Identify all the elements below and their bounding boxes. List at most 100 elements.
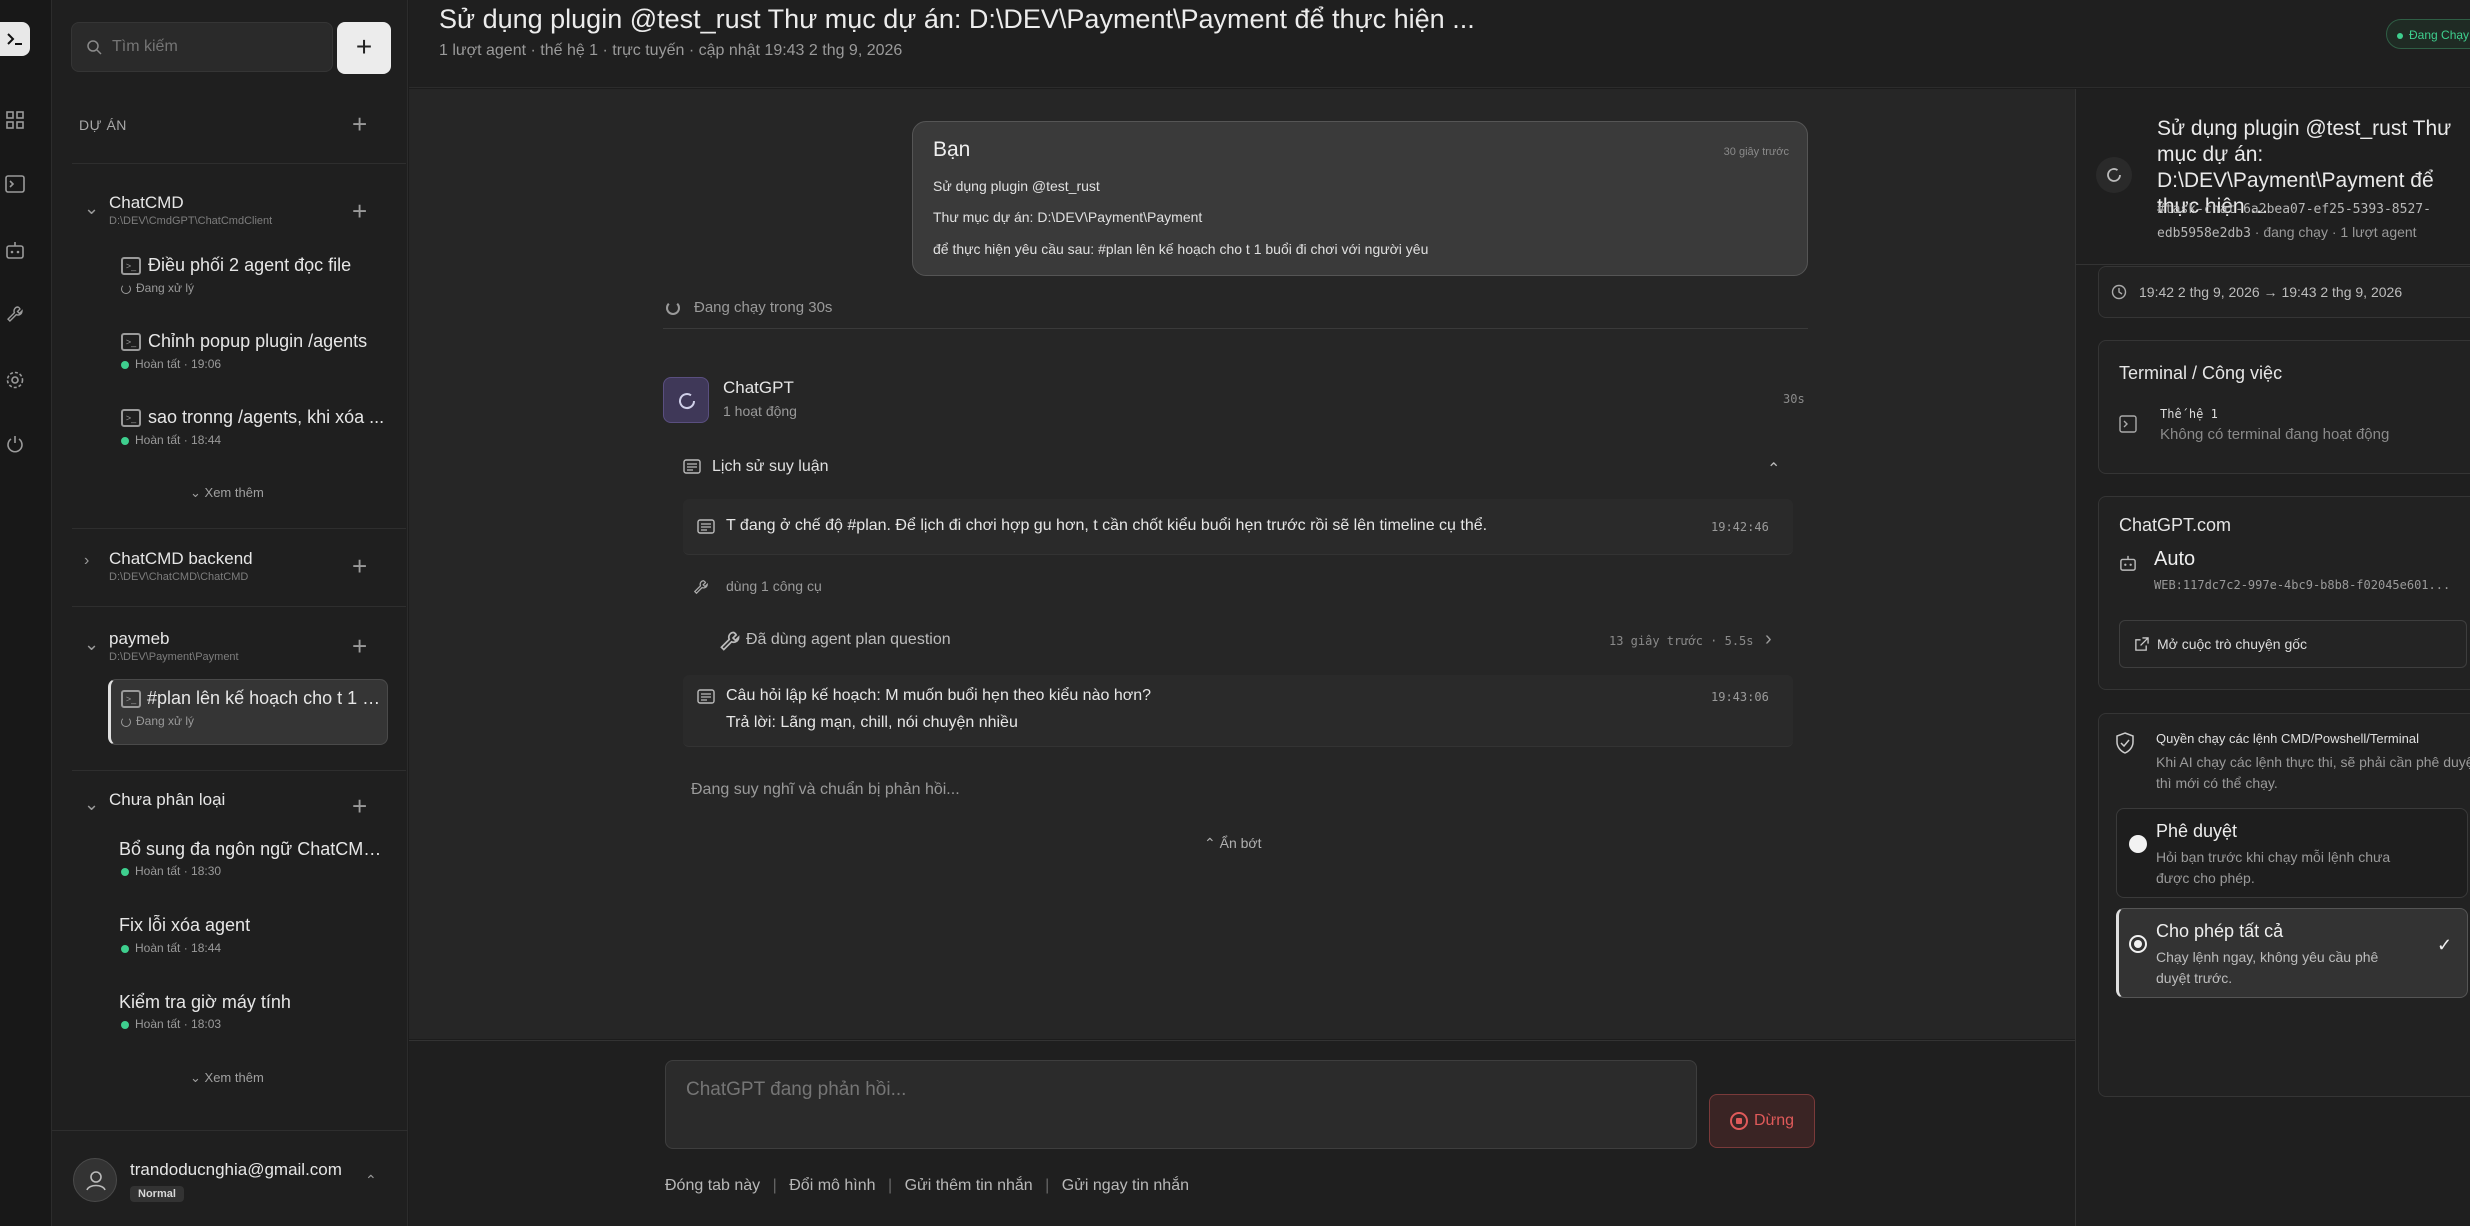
agent-elapsed: 30s [1783,392,1805,406]
step-answer: Trả lời: Lãng mạn, chill, nói chuyện nhi… [726,714,1018,731]
chevron-down-icon[interactable]: ⌄ [84,794,99,815]
new-chat-button[interactable]: + [337,22,391,74]
gear-icon[interactable] [0,366,30,394]
divider [663,328,1808,329]
wrench-icon [693,579,709,595]
close-tab-link[interactable]: Đóng tab này [665,1177,760,1194]
radio-checked[interactable] [2129,935,2147,953]
chevron-up-icon[interactable]: ⌃ [1767,459,1780,479]
loading-spinner-icon [679,393,696,410]
search-box[interactable] [71,22,333,72]
loading-spinner-icon [121,283,131,294]
chat-status: Hoàn tất · 18:44 [121,941,221,955]
chevron-down-icon[interactable]: ⌄ [84,198,99,219]
step-time: 19:43:06 [1711,690,1769,704]
chat-status: Hoàn tất · 18:44 [121,433,221,447]
message-line: để thực hiện yêu cầu sau: #plan lên kế h… [933,241,1429,257]
stop-button[interactable]: Dừng [1709,1094,1815,1148]
loading-spinner-icon [121,716,131,727]
projects-heading: DỰ ÁN [79,117,127,133]
chevron-right-icon[interactable]: › [84,552,89,570]
status-dot [121,867,129,876]
power-icon[interactable] [0,430,30,458]
avatar[interactable] [73,1158,117,1202]
project-path: D:\DEV\Payment\Payment [109,651,239,663]
terminal-icon [2119,415,2137,433]
divider [2076,264,2470,265]
reasoning-icon [683,459,701,475]
chat-title[interactable]: Bổ sung đa ngôn ngữ ChatCMD... [119,839,391,860]
message-sender: Bạn [933,138,971,161]
active-chat-item[interactable]: >_ #plan lên kế hoạch cho t 1 b... Đang … [108,679,388,745]
divider [72,606,406,607]
reasoning-title[interactable]: Lịch sử suy luận [712,458,829,476]
project-name[interactable]: Chưa phân loại [109,790,225,810]
chat-title[interactable]: Chỉnh popup plugin /agents [148,331,388,352]
chat-status: Hoàn tất · 18:03 [121,1017,221,1031]
terminal-logo-icon[interactable] [0,22,30,56]
add-project-button[interactable]: + [352,111,367,137]
bot-icon[interactable] [0,236,30,264]
tool-call-row[interactable]: Đã dùng agent plan question 13 giây trướ… [719,620,1793,662]
open-original-button[interactable]: Mở cuộc trò chuyện gốc [2119,620,2467,668]
chevron-down-icon[interactable]: ⌄ [84,634,99,655]
composer-actions: Đóng tab này | Đổi mô hình | Gửi thêm ti… [665,1177,1189,1194]
permission-desc: Khi AI chạy các lệnh thực thi, sẽ phải c… [2156,754,2470,791]
chevron-right-icon: › [1765,628,1772,650]
chatgpt-card: ChatGPT.com Auto WEB:117dc7c2-997e-4bc9-… [2098,496,2470,690]
chat-title: #plan lên kế hoạch cho t 1 b... [147,688,383,708]
permission-option-allow-all[interactable]: Cho phép tất cả Chạy lệnh ngay, không yê… [2116,908,2468,998]
project-name[interactable]: ChatCMD backend [109,549,253,569]
project-name[interactable]: paymeb [109,629,169,649]
terminal-card: Terminal / Công việc Thế hệ 1 Không có t… [2098,340,2470,474]
message-input[interactable] [665,1060,1697,1149]
status-dot [2397,32,2403,39]
reasoning-icon [697,519,715,534]
chat-title[interactable]: sao tronng /agents, khi xóa ... [148,407,388,428]
collapse-button[interactable]: ⌃ Ẩn bớt [1204,835,1262,852]
show-more-button[interactable]: ⌄ Xem thêm [190,1070,264,1086]
show-more-button[interactable]: ⌄ Xem thêm [190,485,264,501]
chevron-down-icon: ⌄ [190,485,201,500]
add-chat-button[interactable]: + [352,633,367,659]
console-icon[interactable] [0,170,30,198]
header-meta: 1 lượt agent · thế hệ 1 · trực tuyến · c… [439,42,903,59]
send-now-link[interactable]: Gửi ngay tin nhắn [1062,1177,1189,1194]
thinking-label: Đang suy nghĩ và chuẩn bị phản hồi... [691,781,960,798]
status-dot [121,436,129,445]
permission-option-approve[interactable]: Phê duyệt Hỏi bạn trước khi chạy mỗi lện… [2116,808,2468,898]
web-session-id: WEB:117dc7c2-997e-4bc9-b8b8-f02045e601..… [2154,578,2451,592]
task-status-icon [2096,157,2132,193]
wrench-icon[interactable] [0,300,30,328]
project-name[interactable]: ChatCMD [109,193,184,213]
agent-avatar [663,377,709,423]
terminal-heading: Terminal / Công việc [2119,363,2283,383]
chat-title[interactable]: Fix lỗi xóa agent [119,915,391,936]
status-dot [121,1020,129,1029]
chat-title[interactable]: Điều phối 2 agent đọc file [148,255,388,276]
divider [72,163,406,164]
add-chat-button[interactable]: + [352,553,367,579]
add-chat-button[interactable]: + [352,198,367,224]
add-chat-button[interactable]: + [352,793,367,819]
queue-message-link[interactable]: Gửi thêm tin nhắn [905,1177,1033,1194]
terminal-empty: Không có terminal đang hoạt động [2160,426,2390,443]
search-input[interactable] [112,35,322,59]
chat-icon: >_ [121,257,141,275]
chat-status: Hoàn tất · 19:06 [121,357,221,371]
tool-call-meta: 13 giây trước · 5.5s [1609,634,1754,648]
change-model-link[interactable]: Đổi mô hình [789,1177,875,1194]
chevron-up-icon[interactable]: ⌃ [365,1172,377,1189]
divider [72,528,406,529]
permission-heading: Quyền chạy các lệnh CMD/Powshell/Termina… [2156,731,2419,746]
status-badge: Đang Chạy [2386,19,2470,49]
project-path: D:\DEV\ChatCMD\ChatCMD [109,571,249,583]
time-range-card: 19:42 2 thg 9, 2026 → 19:43 2 thg 9, 202… [2098,266,2470,318]
chat-icon: >_ [121,333,141,351]
dashboard-icon[interactable] [0,106,30,134]
radio-unchecked[interactable] [2129,835,2147,853]
chat-status: Hoàn tất · 18:30 [121,864,221,878]
plan-badge: Normal [130,1186,184,1202]
time-range: 19:42 2 thg 9, 2026 → 19:43 2 thg 9, 202… [2139,284,2403,300]
chat-title[interactable]: Kiểm tra giờ máy tính [119,992,391,1013]
